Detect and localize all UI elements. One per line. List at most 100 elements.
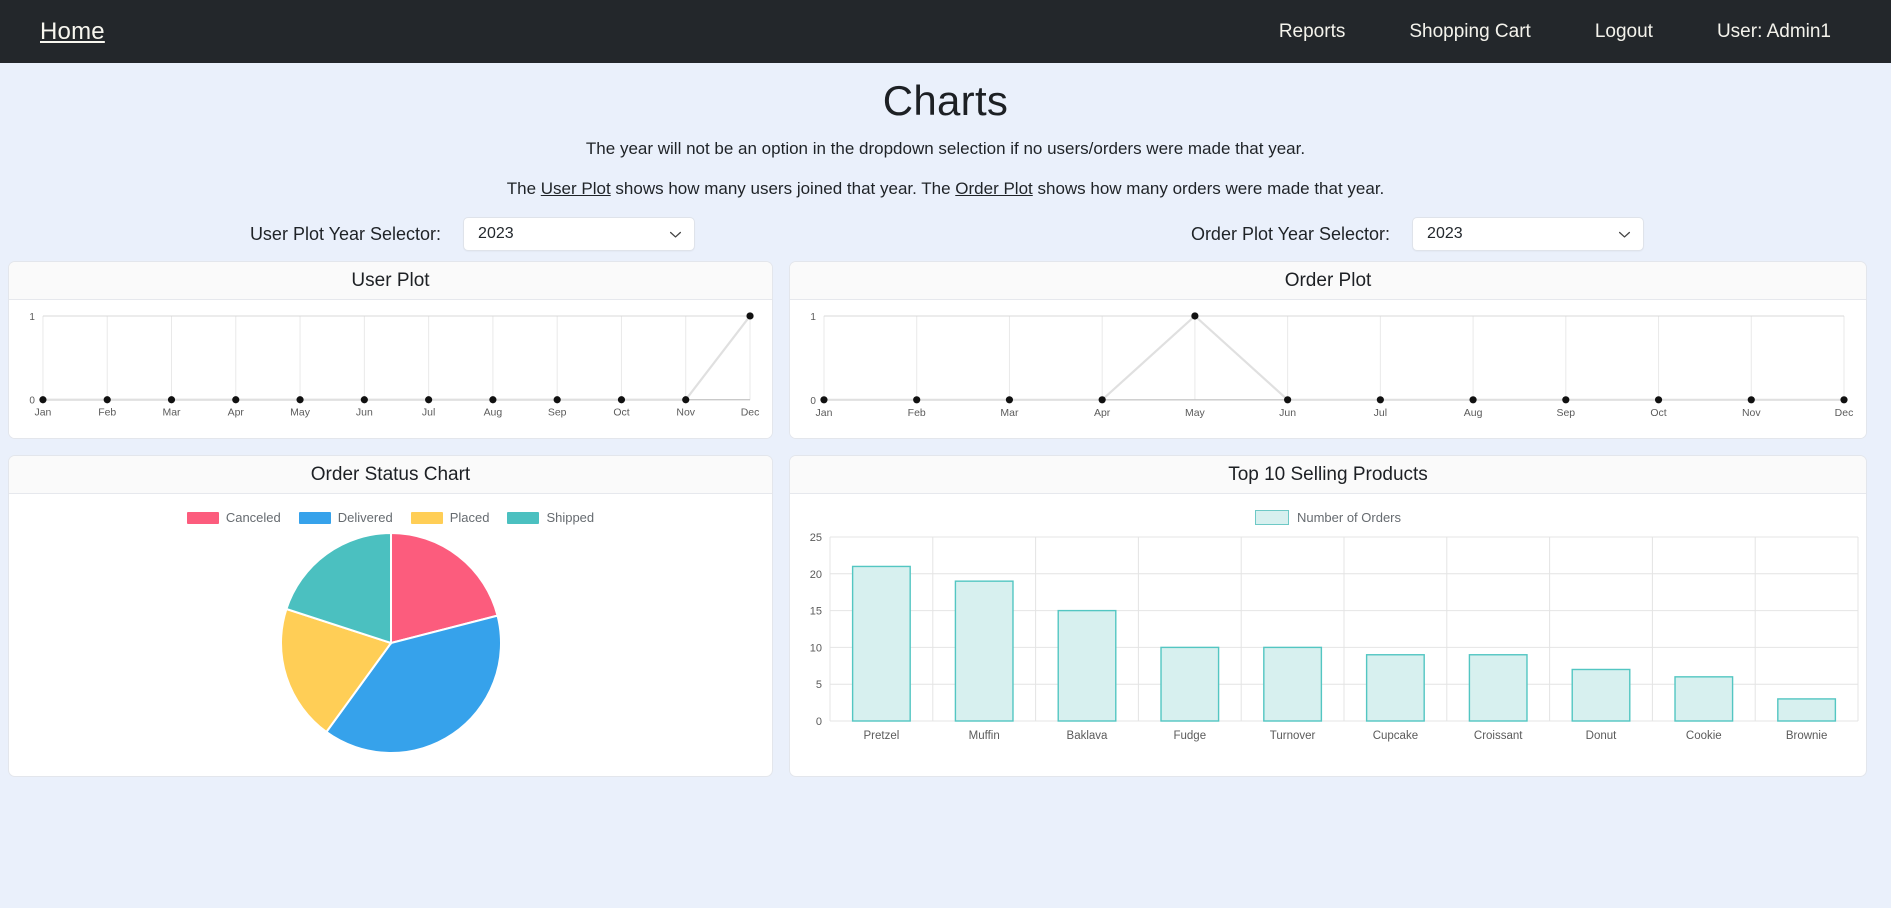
chevron-down-icon bbox=[669, 228, 682, 241]
nav-links: Reports Shopping Cart Logout User: Admin… bbox=[1247, 13, 1863, 51]
x-axis-tick-label: Turnover bbox=[1270, 730, 1316, 742]
bar-legend-swatch bbox=[1254, 510, 1289, 525]
card-top-products: Top 10 Selling Products Number of Orders… bbox=[789, 455, 1867, 777]
data-point[interactable] bbox=[913, 396, 921, 404]
nav-link-reports[interactable]: Reports bbox=[1247, 13, 1378, 51]
data-point[interactable] bbox=[232, 396, 240, 404]
x-axis-tick-label: Brownie bbox=[1786, 730, 1828, 742]
pie-legend-swatch bbox=[186, 511, 219, 524]
card-body-order-plot: 0 1 Jan Feb Mar Apr May Jun Jul Aug Sep Oct Nov Dec bbox=[790, 300, 1866, 439]
x-axis-tick-label: Feb bbox=[98, 408, 116, 419]
x-axis-tick-label: Jun bbox=[356, 408, 373, 419]
card-title-order-status: Order Status Chart bbox=[310, 463, 471, 485]
data-point[interactable] bbox=[1005, 396, 1014, 404]
x-axis-tick-label: Mar bbox=[1000, 408, 1019, 419]
bar[interactable] bbox=[1468, 654, 1528, 722]
card-body-order-status: Canceled Delivered Placed Shipped bbox=[9, 494, 772, 755]
data-point[interactable] bbox=[167, 396, 176, 404]
x-axis-tick-label: Jan bbox=[816, 408, 833, 419]
page-subtitle: The year will not be an option in the dr… bbox=[585, 139, 1306, 158]
data-point[interactable] bbox=[1376, 396, 1384, 404]
x-axis-tick-label: Aug bbox=[484, 408, 503, 419]
pie-wrapper bbox=[9, 531, 772, 755]
order-plot-year-select[interactable]: 2023 bbox=[1412, 217, 1645, 251]
navbar: Home Reports Shopping Cart Logout User: … bbox=[0, 0, 1891, 63]
page-header: Charts The year will not be an option in… bbox=[0, 63, 1891, 199]
bar[interactable] bbox=[1057, 609, 1117, 722]
data-point[interactable] bbox=[1562, 396, 1570, 404]
data-point[interactable] bbox=[553, 396, 561, 404]
data-point[interactable] bbox=[1747, 396, 1755, 404]
x-axis-tick-label: Feb bbox=[908, 408, 926, 419]
bar[interactable] bbox=[1263, 646, 1323, 722]
data-point[interactable] bbox=[425, 396, 433, 404]
card-title-order-plot: Order Plot bbox=[1284, 269, 1372, 291]
bar[interactable] bbox=[954, 580, 1014, 722]
bar[interactable] bbox=[1365, 654, 1425, 722]
data-point[interactable] bbox=[682, 396, 690, 404]
chevron-down-icon bbox=[1618, 228, 1631, 241]
data-point[interactable] bbox=[1654, 396, 1663, 404]
bar[interactable] bbox=[1571, 668, 1631, 722]
order-plot-line-chart[interactable]: 0 1 Jan Feb Mar Apr May Jun Jul Aug Sep Oct Nov Dec bbox=[790, 300, 1866, 439]
x-axis-tick-label: Mar bbox=[162, 408, 181, 419]
bar[interactable] bbox=[1674, 676, 1734, 722]
pie-legend-item[interactable]: Delivered bbox=[298, 510, 393, 525]
data-point[interactable] bbox=[39, 396, 47, 404]
order-plot-year-value: 2023 bbox=[1427, 225, 1463, 242]
nav-link-logout[interactable]: Logout bbox=[1563, 13, 1685, 51]
pie-legend-swatch bbox=[298, 511, 331, 524]
year-selector-row: User Plot Year Selector: 2023 Order Plot… bbox=[0, 211, 1891, 257]
data-line bbox=[823, 314, 1845, 401]
x-axis-tick-label: Nov bbox=[676, 408, 695, 419]
desc-link-user-plot: User Plot bbox=[540, 179, 611, 198]
x-axis-tick-label: Jun bbox=[1279, 408, 1296, 419]
data-point[interactable] bbox=[617, 396, 626, 404]
order-status-pie-chart[interactable] bbox=[279, 531, 503, 755]
card-body-top-products: Number of Orders 0 5 10 15 20 25 Pretzel Muffin… bbox=[790, 494, 1866, 770]
order-plot-year-selector-label: Order Plot Year Selector: bbox=[1190, 223, 1391, 244]
y-axis-tick-label: 5 bbox=[816, 679, 822, 691]
pie-legend-item[interactable]: Canceled bbox=[186, 510, 281, 525]
data-point[interactable] bbox=[1469, 396, 1477, 404]
data-point[interactable] bbox=[1098, 396, 1106, 404]
pie-legend-label: Delivered bbox=[337, 510, 393, 525]
nav-brand-home[interactable]: Home bbox=[40, 18, 105, 46]
pie-legend-swatch bbox=[410, 511, 443, 524]
top-products-bar-chart[interactable]: 0 5 10 15 20 25 Pretzel Muffin Baklava Fudge Turno… bbox=[790, 525, 1866, 765]
pie-legend-label: Placed bbox=[449, 510, 490, 525]
nav-link-shopping-cart[interactable]: Shopping Cart bbox=[1377, 13, 1562, 51]
user-plot-year-select[interactable]: 2023 bbox=[463, 217, 696, 251]
user-plot-line-chart[interactable]: 0 1 Jan Feb Mar Apr May Jun Jul Aug Sep Oct Nov Dec bbox=[9, 300, 772, 439]
data-point[interactable] bbox=[489, 396, 497, 404]
user-plot-selector-group: User Plot Year Selector: 2023 bbox=[0, 211, 945, 257]
data-point[interactable] bbox=[103, 396, 111, 404]
data-point[interactable] bbox=[296, 396, 304, 404]
x-axis-tick-label: Oct bbox=[1650, 408, 1666, 419]
desc-text-2: shows how many users joined that year. T… bbox=[610, 179, 956, 198]
desc-text-1: The bbox=[506, 179, 541, 198]
page-description: The User Plot shows how many users joine… bbox=[0, 179, 1891, 199]
nav-link-user[interactable]: User: Admin1 bbox=[1685, 13, 1863, 51]
bar[interactable] bbox=[1777, 698, 1837, 722]
bar[interactable] bbox=[851, 565, 911, 722]
x-axis-tick-label: Sep bbox=[1556, 408, 1575, 419]
desc-link-order-plot: Order Plot bbox=[955, 179, 1033, 198]
page-title: Charts bbox=[882, 77, 1009, 124]
data-point[interactable] bbox=[820, 396, 828, 404]
bar[interactable] bbox=[1160, 646, 1220, 722]
data-point[interactable] bbox=[360, 396, 368, 404]
y-axis-tick-label: 0 bbox=[29, 396, 35, 407]
pie-legend-label: Shipped bbox=[546, 510, 595, 525]
data-point[interactable] bbox=[1284, 396, 1292, 404]
pie-legend-item[interactable]: Shipped bbox=[507, 510, 594, 525]
y-axis-tick-label: 20 bbox=[810, 569, 822, 581]
x-axis-tick-label: Jul bbox=[1374, 408, 1387, 419]
x-axis-tick-label: Nov bbox=[1742, 408, 1761, 419]
pie-legend-label: Canceled bbox=[225, 510, 281, 525]
data-point[interactable] bbox=[1840, 396, 1848, 404]
x-axis-tick-label: Baklava bbox=[1067, 730, 1109, 742]
data-point[interactable] bbox=[746, 312, 754, 320]
pie-legend-item[interactable]: Placed bbox=[410, 510, 490, 525]
data-point[interactable] bbox=[1191, 312, 1199, 320]
